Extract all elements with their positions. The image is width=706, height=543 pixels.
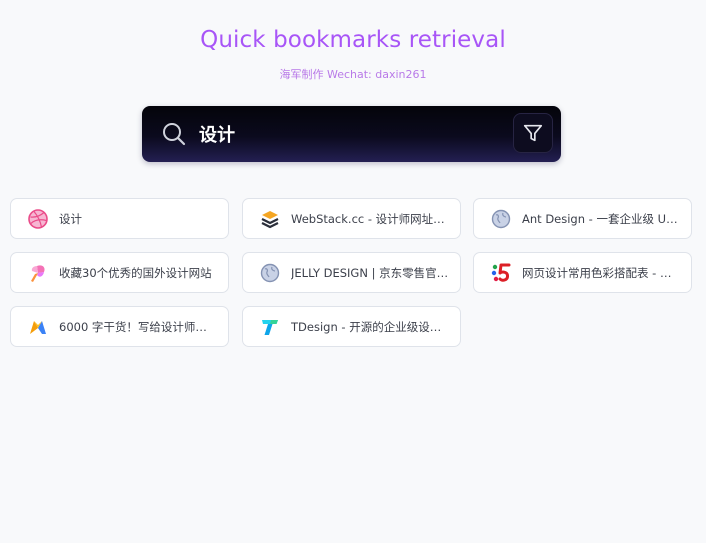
bookmark-title: JELLY DESIGN | 京东零售官方设计: [291, 265, 449, 280]
bookmark-card[interactable]: 6000 字干货！写给设计师的设计: [10, 306, 229, 347]
pinwheel-icon: [27, 262, 49, 284]
bookmark-title: 网页设计常用色彩搭配表 - 配色表: [522, 265, 680, 280]
dribbble-icon: [27, 208, 49, 230]
bookmark-title: 收藏30个优秀的国外设计网站: [59, 265, 212, 280]
bookmark-title: 设计: [59, 211, 82, 226]
webstack-icon: [259, 208, 281, 230]
page-title: Quick bookmarks retrieval: [200, 27, 506, 53]
bookmark-title: Ant Design - 一套企业级 UI 设计语言: [522, 211, 680, 226]
five-logo-icon: [490, 262, 512, 284]
page-subtitle: 海军制作 Wechat: daxin261: [279, 68, 427, 81]
globe-icon: [490, 208, 512, 230]
bookmark-card[interactable]: TDesign - 开源的企业级设计体系: [242, 306, 461, 347]
page: Quick bookmarks retrieval 海军制作 Wechat: d…: [0, 0, 706, 543]
bookmark-card[interactable]: 设计: [10, 198, 229, 239]
bookmark-title: 6000 字干货！写给设计师的设计: [59, 319, 217, 334]
bookmark-card[interactable]: WebStack.cc - 设计师网址导航: [242, 198, 461, 239]
search-input[interactable]: [199, 118, 499, 150]
filter-icon: [523, 124, 543, 142]
bookmark-title: TDesign - 开源的企业级设计体系: [291, 319, 449, 334]
m-logo-icon: [27, 316, 49, 338]
bookmark-card[interactable]: Ant Design - 一套企业级 UI 设计语言: [473, 198, 692, 239]
search-icon[interactable]: [161, 121, 187, 147]
filter-button[interactable]: [513, 113, 553, 153]
bookmark-card[interactable]: 网页设计常用色彩搭配表 - 配色表: [473, 252, 692, 293]
tdesign-icon: [259, 316, 281, 338]
bookmark-card[interactable]: 收藏30个优秀的国外设计网站: [10, 252, 229, 293]
bookmark-card[interactable]: JELLY DESIGN | 京东零售官方设计: [242, 252, 461, 293]
bookmark-title: WebStack.cc - 设计师网址导航: [291, 211, 449, 226]
globe-icon: [259, 262, 281, 284]
